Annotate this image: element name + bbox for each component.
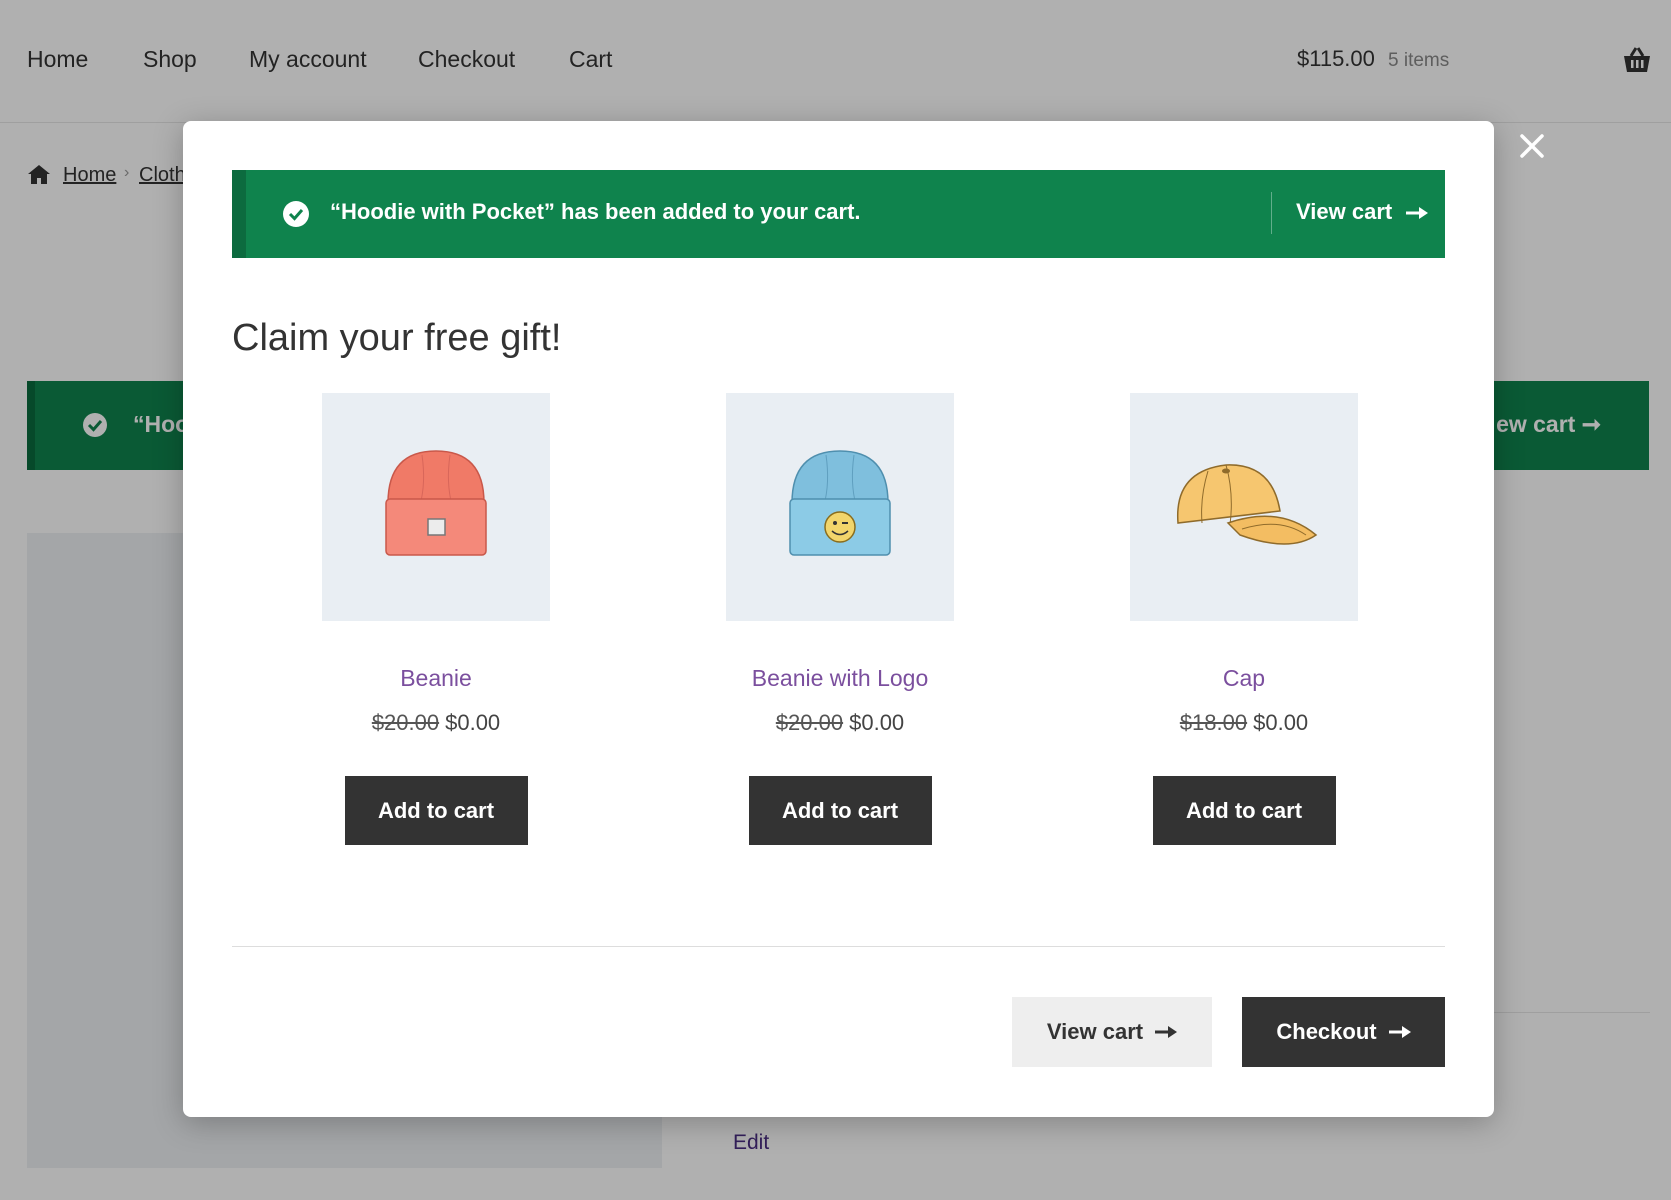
sale-price: $0.00: [849, 710, 905, 735]
product-card: Beanie $20.00 $0.00 Add to cart: [266, 393, 606, 845]
notice-text: “Hoodie with Pocket” has been added to y…: [330, 199, 861, 224]
view-cart-button[interactable]: View cart: [1012, 997, 1212, 1067]
gift-modal: “Hoodie with Pocket” has been added to y…: [183, 121, 1494, 1117]
blue-beanie-logo-icon: [789, 450, 891, 556]
product-card: Beanie with Logo $20.00 $0.00 Add to cart: [670, 393, 1010, 845]
product-name[interactable]: Cap: [1074, 665, 1414, 692]
notice-divider: [1271, 192, 1272, 234]
view-cart-label: View cart: [1046, 1019, 1144, 1044]
close-icon[interactable]: [1516, 130, 1548, 162]
checkout-button[interactable]: Checkout: [1242, 997, 1445, 1067]
arrow-right-icon: [1388, 1026, 1411, 1038]
product-price: $20.00 $0.00: [266, 710, 606, 736]
arrow-right-icon: [1155, 1026, 1178, 1038]
add-to-cart-button[interactable]: Add to cart: [344, 776, 528, 845]
original-price: $18.00: [1179, 710, 1248, 735]
product-name[interactable]: Beanie with Logo: [670, 665, 1010, 692]
sale-price: $0.00: [1253, 710, 1309, 735]
modal-title: Claim your free gift!: [232, 317, 562, 359]
add-to-cart-button[interactable]: Add to cart: [748, 776, 932, 845]
product-price: $20.00 $0.00: [670, 710, 1010, 736]
product-image[interactable]: [322, 393, 550, 621]
product-name[interactable]: Beanie: [266, 665, 606, 692]
product-card: Cap $18.00 $0.00 Add to cart: [1074, 393, 1414, 845]
check-circle-icon: [283, 201, 309, 227]
red-beanie-icon: [385, 450, 487, 556]
added-to-cart-notice: “Hoodie with Pocket” has been added to y…: [232, 170, 1445, 258]
yellow-cap-icon: [1177, 464, 1318, 545]
original-price: $20.00: [775, 710, 844, 735]
product-image[interactable]: [726, 393, 954, 621]
original-price: $20.00: [371, 710, 440, 735]
product-image[interactable]: [1130, 393, 1358, 621]
modal-divider: [232, 946, 1445, 947]
product-price: $18.00 $0.00: [1074, 710, 1414, 736]
add-to-cart-button[interactable]: Add to cart: [1152, 776, 1336, 845]
notice-view-cart-link[interactable]: View cart: [1296, 199, 1429, 225]
sale-price: $0.00: [445, 710, 501, 735]
notice-view-cart-label: View cart: [1296, 199, 1393, 224]
arrow-right-icon: [1406, 207, 1429, 220]
checkout-label: Checkout: [1276, 1019, 1377, 1044]
